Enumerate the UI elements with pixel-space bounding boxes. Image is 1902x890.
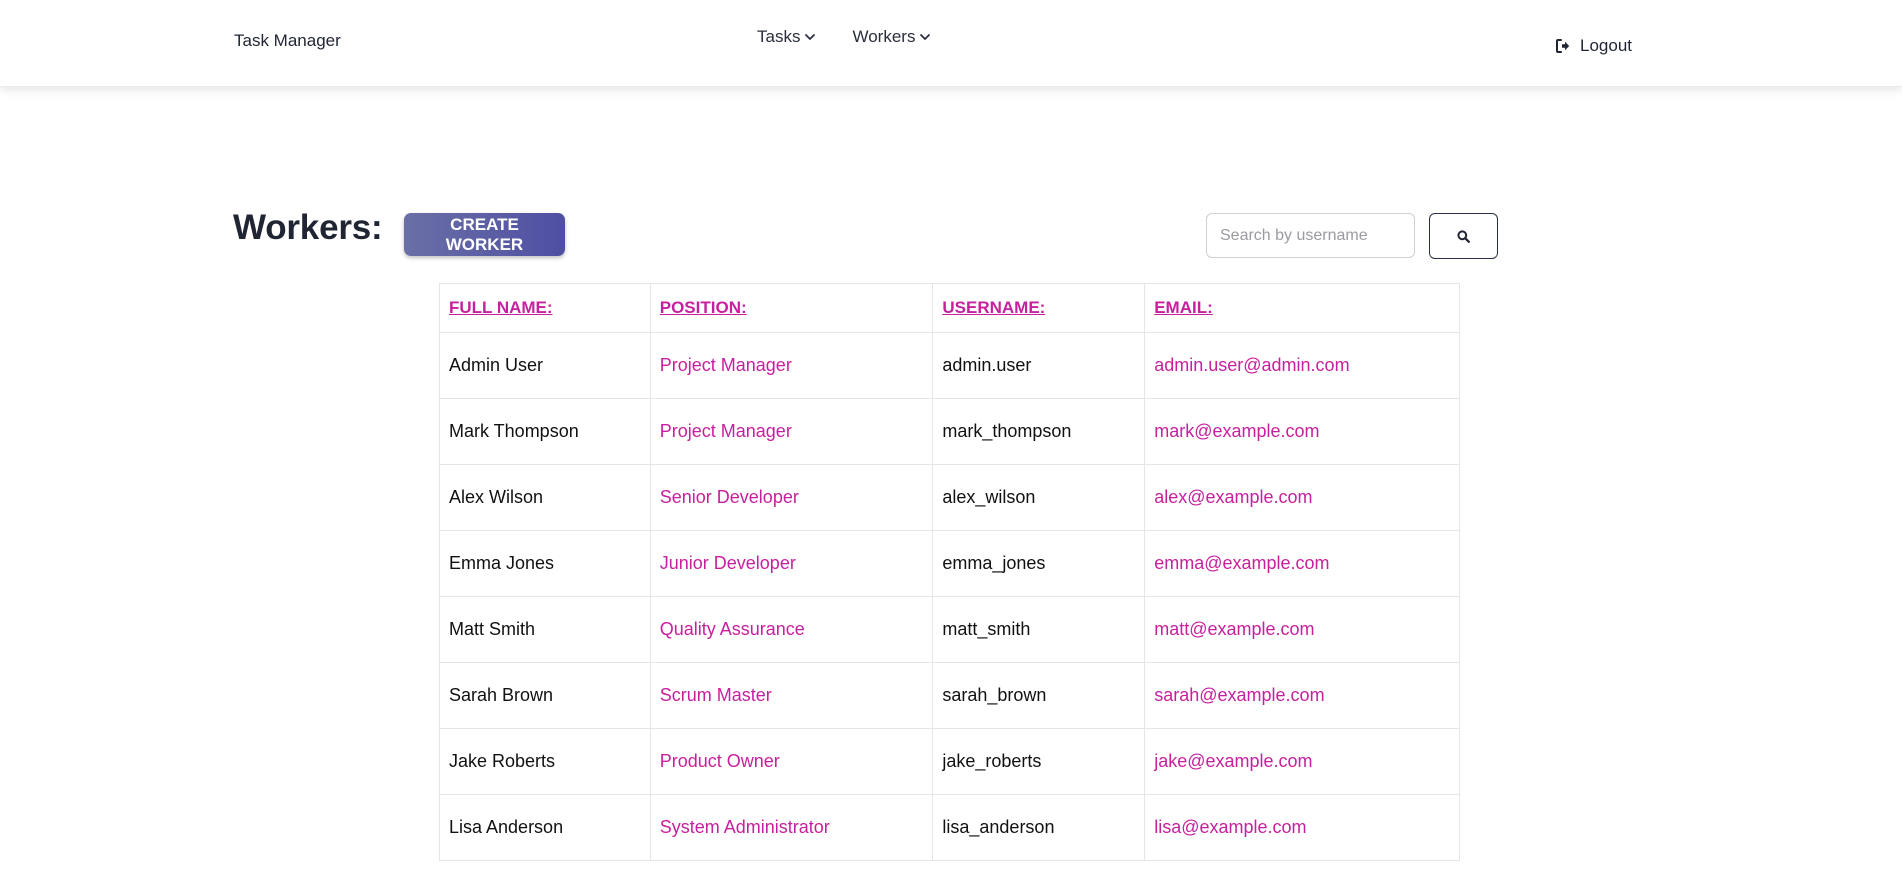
cell-position-link[interactable]: Senior Developer [649, 464, 934, 531]
top-navbar: Task Manager Tasks Workers Logout [0, 0, 1902, 87]
cell-email-link[interactable]: mark@example.com [1144, 398, 1460, 465]
cell-position-link[interactable]: Scrum Master [649, 662, 934, 729]
table-header-row: FULL NAME: POSITION: USERNAME: EMAIL: [439, 283, 1460, 333]
page-title: Workers: [233, 208, 383, 247]
cell-position-link[interactable]: Product Owner [649, 728, 934, 795]
nav-workers-label: Workers [852, 27, 916, 46]
chevron-down-icon [805, 34, 816, 40]
table-row: Admin User Project Manager admin.user ad… [439, 332, 1460, 399]
nav-tasks-label: Tasks [757, 27, 801, 46]
cell-full-name: Admin User [439, 332, 651, 399]
table-row: Alex Wilson Senior Developer alex_wilson… [439, 464, 1460, 531]
cell-username: alex_wilson [932, 464, 1146, 531]
chevron-down-icon [920, 34, 931, 40]
cell-position-link[interactable]: System Administrator [649, 794, 934, 861]
cell-email-link[interactable]: emma@example.com [1144, 530, 1460, 597]
nav-dropdown-tasks[interactable]: Tasks [757, 27, 816, 47]
cell-username: matt_smith [932, 596, 1146, 663]
search-username-input[interactable] [1206, 213, 1415, 258]
cell-position-link[interactable]: Project Manager [649, 332, 934, 399]
table-row: Mark Thompson Project Manager mark_thomp… [439, 398, 1460, 465]
header-position[interactable]: POSITION: [649, 283, 934, 333]
cell-username: admin.user [932, 332, 1146, 399]
create-worker-button[interactable]: CREATE WORKER [404, 213, 565, 256]
brand-link[interactable]: Task Manager [234, 31, 341, 51]
cell-username: jake_roberts [932, 728, 1146, 795]
table-row: Jake Roberts Product Owner jake_roberts … [439, 728, 1460, 795]
sign-out-icon [1556, 39, 1570, 53]
nav-menu: Tasks Workers [757, 27, 931, 47]
logout-label: Logout [1580, 36, 1632, 55]
cell-email-link[interactable]: jake@example.com [1144, 728, 1460, 795]
table-row: Lisa Anderson System Administrator lisa_… [439, 794, 1460, 861]
cell-username: emma_jones [932, 530, 1146, 597]
cell-position-link[interactable]: Junior Developer [649, 530, 934, 597]
cell-full-name: Jake Roberts [439, 728, 651, 795]
cell-username: sarah_brown [932, 662, 1146, 729]
search-icon [1457, 229, 1470, 243]
cell-email-link[interactable]: admin.user@admin.com [1144, 332, 1460, 399]
nav-dropdown-workers[interactable]: Workers [852, 27, 931, 47]
cell-full-name: Mark Thompson [439, 398, 651, 465]
table-row: Matt Smith Quality Assurance matt_smith … [439, 596, 1460, 663]
table-row: Emma Jones Junior Developer emma_jones e… [439, 530, 1460, 597]
table-row: Sarah Brown Scrum Master sarah_brown sar… [439, 662, 1460, 729]
header-full-name[interactable]: FULL NAME: [439, 283, 651, 333]
cell-full-name: Matt Smith [439, 596, 651, 663]
cell-email-link[interactable]: matt@example.com [1144, 596, 1460, 663]
logout-button[interactable]: Logout [1555, 36, 1632, 56]
workers-table: FULL NAME: POSITION: USERNAME: EMAIL: Ad… [439, 283, 1460, 861]
cell-email-link[interactable]: lisa@example.com [1144, 794, 1460, 861]
cell-full-name: Sarah Brown [439, 662, 651, 729]
cell-email-link[interactable]: alex@example.com [1144, 464, 1460, 531]
cell-full-name: Alex Wilson [439, 464, 651, 531]
header-username[interactable]: USERNAME: [932, 283, 1146, 333]
cell-position-link[interactable]: Quality Assurance [649, 596, 934, 663]
header-email[interactable]: EMAIL: [1144, 283, 1460, 333]
cell-full-name: Lisa Anderson [439, 794, 651, 861]
search-button[interactable] [1429, 213, 1498, 259]
cell-position-link[interactable]: Project Manager [649, 398, 934, 465]
cell-email-link[interactable]: sarah@example.com [1144, 662, 1460, 729]
cell-username: lisa_anderson [932, 794, 1146, 861]
cell-full-name: Emma Jones [439, 530, 651, 597]
cell-username: mark_thompson [932, 398, 1146, 465]
